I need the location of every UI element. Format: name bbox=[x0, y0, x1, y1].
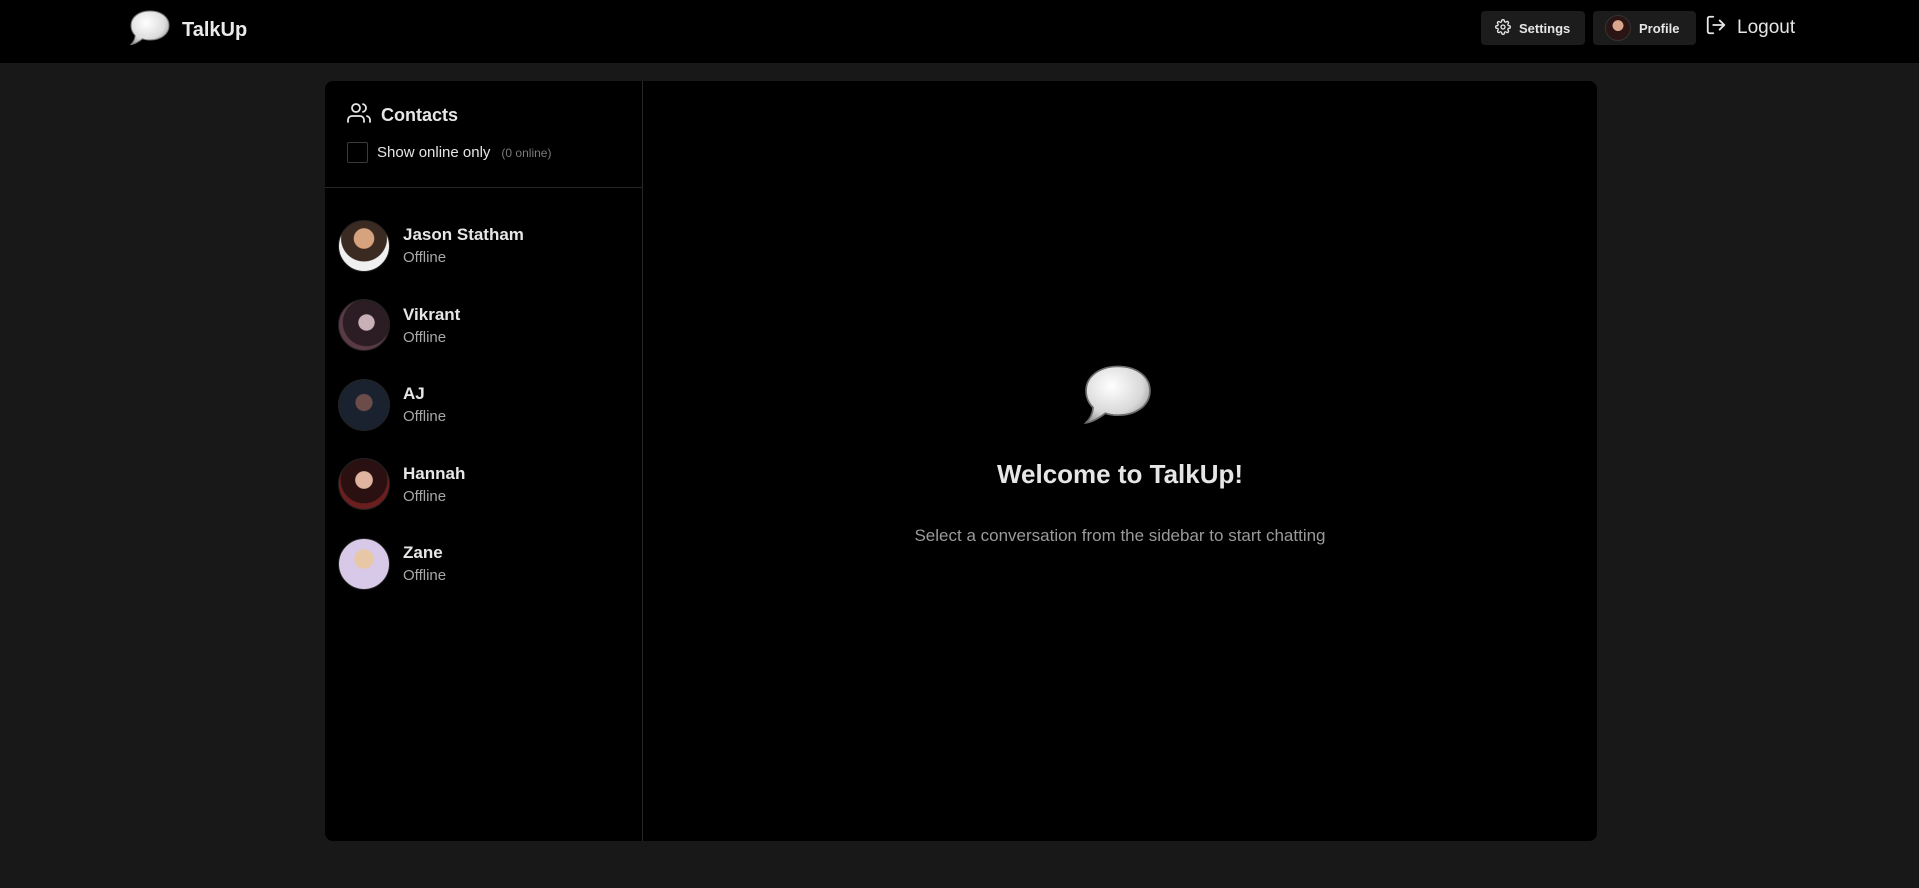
chat-container: Contacts Show online only (0 online) Jas… bbox=[325, 81, 1597, 841]
top-navbar: TalkUp Settings Profile Logout bbox=[0, 0, 1919, 63]
profile-avatar bbox=[1605, 15, 1631, 41]
contact-item[interactable]: Vikrant Offline bbox=[325, 286, 642, 366]
contact-status: Offline bbox=[403, 408, 447, 426]
avatar bbox=[338, 537, 390, 590]
profile-label: Profile bbox=[1639, 20, 1680, 36]
contact-item[interactable]: AJ Offline bbox=[325, 365, 642, 445]
brand-link[interactable]: TalkUp bbox=[128, 8, 247, 52]
welcome-subtitle: Select a conversation from the sidebar t… bbox=[914, 526, 1326, 545]
contact-status: Offline bbox=[403, 249, 447, 267]
avatar bbox=[338, 458, 390, 511]
online-only-checkbox[interactable] bbox=[347, 142, 368, 163]
contact-item[interactable]: Hannah Offline bbox=[325, 445, 642, 525]
avatar bbox=[338, 219, 390, 272]
contact-name: Vikrant bbox=[403, 304, 461, 324]
sidebar-header: Contacts Show online only (0 online) bbox=[325, 81, 642, 188]
contact-list: Jason Statham Offline Vikrant Offline AJ… bbox=[325, 188, 642, 604]
profile-button[interactable]: Profile bbox=[1593, 11, 1696, 45]
contacts-title: Contacts bbox=[381, 105, 459, 125]
logout-button[interactable]: Logout bbox=[1705, 11, 1795, 45]
welcome-title: Welcome to TalkUp! bbox=[996, 459, 1244, 489]
contacts-title-row: Contacts bbox=[347, 101, 620, 130]
avatar bbox=[338, 299, 390, 352]
contact-name: AJ bbox=[403, 384, 425, 404]
contacts-sidebar: Contacts Show online only (0 online) Jas… bbox=[325, 81, 643, 841]
contact-name: Zane bbox=[403, 543, 443, 563]
online-count: (0 online) bbox=[501, 145, 552, 160]
settings-label: Settings bbox=[1519, 20, 1571, 36]
contact-item[interactable]: Zane Offline bbox=[325, 524, 642, 604]
welcome-pane: Welcome to TalkUp! Select a conversation… bbox=[643, 81, 1597, 841]
settings-button[interactable]: Settings bbox=[1481, 11, 1585, 45]
contact-item[interactable]: Jason Statham Offline bbox=[325, 206, 642, 286]
online-only-label[interactable]: Show online only bbox=[377, 144, 490, 161]
contact-status: Offline bbox=[403, 567, 447, 585]
contact-name: Jason Statham bbox=[403, 225, 524, 245]
logout-icon bbox=[1705, 14, 1727, 42]
logout-label: Logout bbox=[1737, 17, 1796, 38]
contact-name: Hannah bbox=[403, 463, 466, 483]
gear-icon bbox=[1495, 18, 1511, 38]
contact-status: Offline bbox=[403, 328, 447, 346]
speech-bubble-icon bbox=[1081, 361, 1155, 434]
contact-status: Offline bbox=[403, 487, 447, 505]
app-name: TalkUp bbox=[182, 18, 248, 41]
speech-bubble-icon bbox=[128, 8, 172, 53]
avatar bbox=[338, 378, 390, 431]
online-filter: Show online only (0 online) bbox=[347, 142, 620, 163]
users-icon bbox=[347, 101, 371, 130]
